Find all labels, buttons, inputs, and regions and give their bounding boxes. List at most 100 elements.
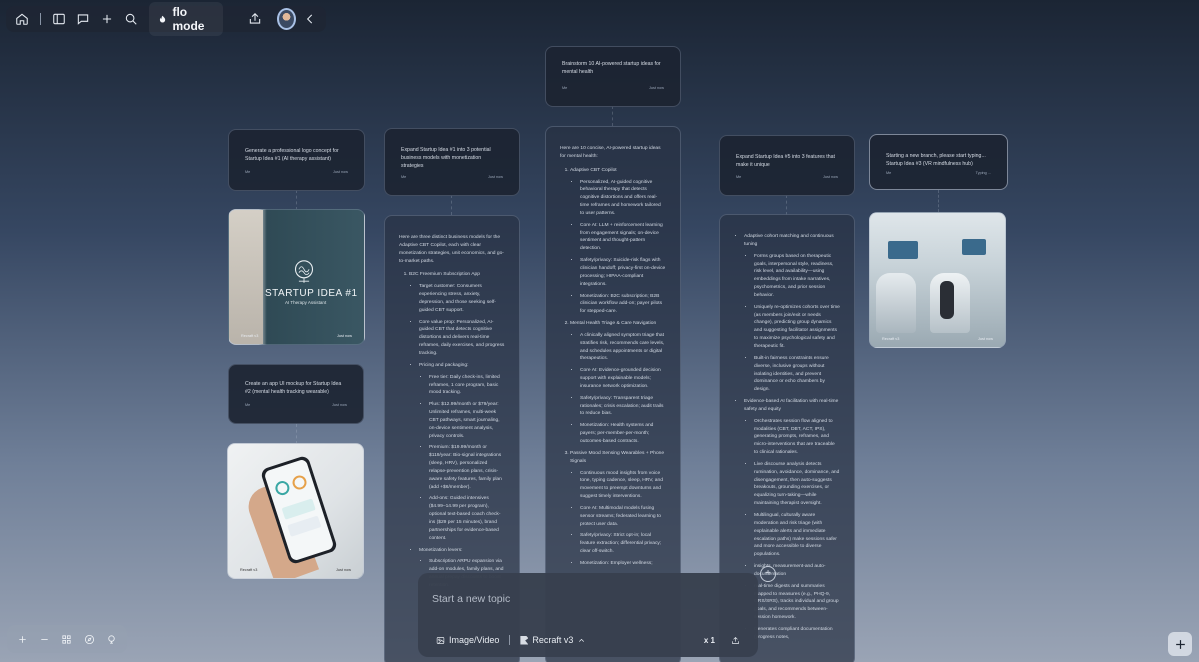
image-card-app[interactable]: Recraft v3 Just now (227, 443, 364, 579)
list-item: Safety/privacy: Suicide-risk flags with … (580, 257, 666, 288)
model-label: Recraft v3 (532, 635, 574, 645)
zoom-out-icon[interactable] (36, 630, 54, 648)
list-item: Uniquely re-optimizes cohorts over time … (754, 304, 840, 351)
list-item: Continuous mood insights from voice tone… (580, 470, 666, 501)
response-intro: Here are 10 concise, AI-powered startup … (560, 146, 661, 159)
prompt-text: Create an app UI mockup for Startup Idea… (245, 381, 342, 395)
list-item: real-time digests and summaries mapped t… (754, 583, 840, 622)
search-icon[interactable] (121, 7, 141, 31)
chat-icon[interactable] (73, 7, 93, 31)
image-video-label: Image/Video (449, 635, 500, 645)
connector (296, 190, 297, 210)
prompt-card-new-branch[interactable]: Starting a new branch, please start typi… (869, 134, 1008, 190)
list-item: Personalized, AI-guided cognitive behavi… (580, 179, 666, 218)
sidebar-icon[interactable] (49, 7, 69, 31)
author-label: Me (401, 175, 407, 179)
author-label: Me (245, 403, 251, 407)
author-label: Me (562, 86, 568, 90)
list-item: Monetization: Health systems and payers;… (580, 422, 666, 446)
home-icon[interactable] (12, 7, 32, 31)
timestamp: Just now (488, 175, 503, 179)
chevron-up-icon (579, 638, 585, 642)
list-item: Target customer: Consumers experiencing … (419, 283, 505, 314)
list-item: Safety/privacy: Strict opt-in; local fea… (580, 532, 666, 556)
image-card-logo[interactable]: STARTUP IDEA #1 AI Therapy Assistant Rec… (228, 209, 365, 345)
connector (786, 195, 787, 215)
chevron-left-icon[interactable] (300, 7, 320, 31)
author-label: Recraft v3 (882, 337, 900, 341)
prompt-card-brainstorm[interactable]: Brainstorm 10 AI-powered startup ideas f… (545, 46, 681, 107)
list-item: Generates compliant documentation (progr… (754, 626, 840, 642)
list-item: Core AI: Evidence-grounded decision supp… (580, 367, 666, 391)
upload-button[interactable] (727, 634, 744, 647)
timestamp: Just now (823, 175, 838, 179)
plus-icon[interactable] (97, 7, 117, 31)
connector (938, 190, 939, 212)
prompt-card-expand-idea-1[interactable]: Expand Startup Idea #1 into 3 potential … (384, 128, 520, 196)
connector (612, 106, 613, 126)
model-selector[interactable]: Recraft v3 (516, 633, 590, 647)
top-toolbar: flo mode (6, 2, 326, 36)
list-item: Multilingual, culturally aware moderatio… (754, 512, 840, 559)
section-heading: Adaptive CBT Copilot (570, 167, 666, 175)
add-node-icon[interactable]: + (760, 566, 776, 582)
timestamp: Just now (333, 170, 348, 174)
list-item: Safety/privacy: Transparent triage ratio… (580, 395, 666, 419)
image-video-toggle[interactable]: Image/Video (432, 633, 503, 647)
connector (451, 195, 452, 215)
composer-divider (509, 635, 511, 645)
prompt-text: Starting a new branch, please start typi… (886, 153, 986, 167)
flo-mode-toggle[interactable]: flo mode (149, 2, 223, 36)
prompt-card-expand-idea-5[interactable]: Expand Startup Idea #5 into 3 features t… (719, 135, 855, 196)
person-figure (940, 281, 954, 319)
image-card-vr[interactable]: Recraft v3 Just now (869, 212, 1006, 348)
author-label: Me (736, 175, 742, 179)
screen-graphic (962, 239, 986, 255)
multiplier-selector[interactable]: x 1 (704, 636, 715, 645)
list-item: Add-ons: Guided intensives ($4.99–14.99 … (429, 495, 505, 542)
flo-mode-label: flo mode (172, 5, 205, 33)
timestamp: Just now (978, 337, 993, 341)
new-topic-input[interactable] (432, 593, 744, 605)
list-item: Monetization: Employer wellness; (580, 560, 666, 568)
typing-indicator: Typing ... (975, 171, 991, 175)
prompt-card-app-mockup[interactable]: Create an app UI mockup for Startup Idea… (228, 364, 364, 424)
prompt-text: Expand Startup Idea #5 into 3 features t… (736, 154, 835, 168)
section-heading: Passive Mood Sensing Wearables + Phone S… (570, 450, 666, 466)
timestamp: Just now (332, 403, 347, 407)
prompt-card-logo[interactable]: Generate a professional logo concept for… (228, 129, 365, 191)
image-icon (436, 636, 445, 644)
prompt-text: Generate a professional logo concept for… (245, 148, 339, 162)
startup-logo-graphic (294, 260, 314, 283)
upload-icon (732, 636, 739, 644)
add-button[interactable] (1168, 632, 1192, 656)
canvas-controls (7, 625, 127, 653)
avatar[interactable] (276, 8, 296, 30)
list-item: Orchestrates session flow aligned to mod… (754, 418, 840, 457)
timestamp: Just now (336, 568, 351, 572)
pin-icon[interactable] (103, 630, 121, 648)
list-item: Core value prop: Personalized, AI-guided… (419, 319, 505, 358)
recraft-icon (520, 635, 529, 645)
list-item: A clinically aligned symptom triage that… (580, 332, 666, 363)
author-label: Me (245, 170, 251, 174)
author-label: Recraft v3 (241, 334, 259, 338)
composer: Image/Video Recraft v3 x 1 (418, 573, 758, 657)
list-item: Forms groups based on therapeutic goals,… (754, 253, 840, 300)
list-item: Core AI: LLM + reinforcement learning fr… (580, 222, 666, 253)
section-heading: Adaptive cohort matching and continuous … (744, 233, 840, 249)
list-item: Free tier: Daily check-ins, limited refr… (429, 374, 505, 398)
list-item: Core AI: Multimodal models fusing sensor… (580, 505, 666, 529)
zoom-in-icon[interactable] (13, 630, 31, 648)
share-icon[interactable] (245, 7, 265, 31)
timestamp: Just now (649, 86, 664, 90)
grid-icon[interactable] (58, 630, 76, 648)
list-item: Monetization: B2C subscription; B2B clin… (580, 293, 666, 317)
compass-icon[interactable] (80, 630, 98, 648)
list-item: Premium: $19.99/month or $119/year: Bio-… (429, 444, 505, 491)
screen-graphic (888, 241, 918, 259)
list-item: Pricing and packaging: (419, 362, 505, 370)
plus-icon (1175, 639, 1185, 649)
image-logo-subtitle: AI Therapy Assistant (285, 300, 327, 305)
toolbar-divider (40, 13, 41, 25)
